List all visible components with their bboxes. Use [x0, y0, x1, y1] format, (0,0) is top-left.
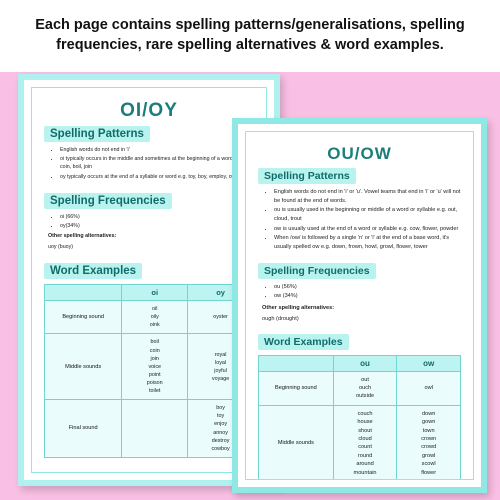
table-row: Beginning sound out ouch outside owl [258, 370, 461, 406]
list-spelling-patterns-2: English words do not end in 'i' or 'u'. … [274, 188, 461, 252]
heading-word-examples-1: Word Examples [44, 263, 143, 280]
word-examples-table-1: oi oy Beginning sound oil oily oink oyster [43, 284, 254, 458]
list-item: ou (56%) [274, 283, 461, 292]
row-label-beginning-sound: Beginning sound [258, 370, 334, 406]
section-word-examples-2: Word Examples ou ow Beginning sound out … [246, 332, 473, 479]
column-header-blank [43, 284, 123, 302]
word-examples-table-2: ou ow Beginning sound out ouch outside owl [258, 354, 461, 479]
list-spelling-patterns-1: English words do not end in 'i' oi typic… [60, 146, 254, 181]
page-title-oi-oy: OI/OY [120, 100, 178, 121]
text-other-alternatives-1: uoy (buoy) [48, 244, 74, 251]
table-row: Middle sounds couch house shout cloud count r… [258, 404, 461, 479]
cell-words-ou-beginning: out ouch outside [332, 370, 398, 406]
heading-spelling-patterns-1: Spelling Patterns [44, 126, 150, 142]
list-item: ow (34%) [274, 292, 461, 301]
section-word-examples-1: Word Examples oi oy Beginning sound oil … [32, 261, 266, 458]
list-spelling-frequencies-1: oi (66%) oy(34%) [60, 213, 254, 230]
worksheet-page-ou-ow-inner: OU/OW Spelling Patterns English words do… [245, 131, 474, 480]
cell-words-oi-beginning: oil oily oink [121, 300, 189, 335]
list-item: oi (66%) [60, 213, 254, 221]
column-header-oi: oi [121, 284, 189, 302]
list-item: When /ow/ is followed by a single 'n' or… [274, 234, 461, 251]
list-item: oi typically occurs in the middle and so… [60, 155, 254, 171]
text-other-alternatives-2: ough (drought) [262, 316, 299, 323]
worksheet-page-ou-ow[interactable]: OU/OW Spelling Patterns English words do… [232, 118, 487, 493]
list-spelling-frequencies-2: ou (56%) ow (34%) [274, 283, 461, 301]
list-item: English words do not end in 'i' [60, 146, 254, 154]
list-item: English words do not end in 'i' or 'u'. … [274, 188, 461, 205]
list-item: ou is usually used in the beginning or m… [274, 206, 461, 223]
label-other-alternatives-2: Other spelling alternatives: [262, 304, 335, 311]
heading-spelling-patterns-2: Spelling Patterns [258, 168, 356, 184]
list-item: ow is usually used at the end of a word … [274, 225, 461, 234]
row-label-middle-sounds: Middle sounds [258, 404, 334, 479]
table-row: Beginning sound oil oily oink oyster [43, 300, 254, 335]
table-header-row: oi oy [43, 284, 254, 302]
row-label-middle-sounds: Middle sounds [43, 333, 123, 401]
heading-spelling-frequencies-2: Spelling Frequencies [258, 262, 376, 279]
cell-words-oi-middle: boil coin join voice point poison toilet [121, 333, 189, 401]
table-header-row: ou ow [258, 354, 461, 372]
column-header-blank [258, 354, 334, 372]
worksheet-preview: Each page contains spelling patterns/gen… [0, 0, 500, 500]
table-row: Final sound boy toy enjoy annoy destroy cowbo… [43, 399, 254, 458]
section-spelling-frequencies-2: Spelling Frequencies ou (56%) ow (34%) O… [246, 261, 473, 324]
banner-text: Each page contains spelling patterns/gen… [35, 17, 465, 53]
cell-words-ow-middle: down gown town crown crowd growl scowl flower [396, 404, 461, 479]
label-other-alternatives-1: Other spelling alternatives: [48, 233, 117, 240]
table-row: Middle sounds boil coin join voice point pois… [43, 333, 254, 401]
column-header-ow: ow [396, 354, 461, 372]
heading-spelling-frequencies-1: Spelling Frequencies [44, 192, 172, 209]
row-label-final-sound: Final sound [43, 399, 123, 458]
page-title-ou-ow: OU/OW [327, 144, 392, 163]
cell-words-ow-beginning: owl [396, 370, 461, 406]
section-spelling-frequencies-1: Spelling Frequencies oi (66%) oy(34%) Ot… [32, 191, 266, 252]
heading-word-examples-2: Word Examples [258, 333, 349, 350]
row-label-beginning-sound: Beginning sound [43, 300, 123, 335]
cell-words-ou-middle: couch house shout cloud count round around moun… [332, 404, 398, 479]
list-item: oy(34%) [60, 222, 254, 230]
section-spelling-patterns-1: Spelling Patterns English words do not e… [32, 124, 266, 181]
list-item: oy typically occurs at the end of a syll… [60, 173, 254, 181]
column-header-ou: ou [332, 354, 398, 372]
cell-words-oi-final [121, 399, 189, 458]
banner: Each page contains spelling patterns/gen… [0, 0, 500, 72]
section-spelling-patterns-2: Spelling Patterns English words do not e… [246, 166, 473, 252]
